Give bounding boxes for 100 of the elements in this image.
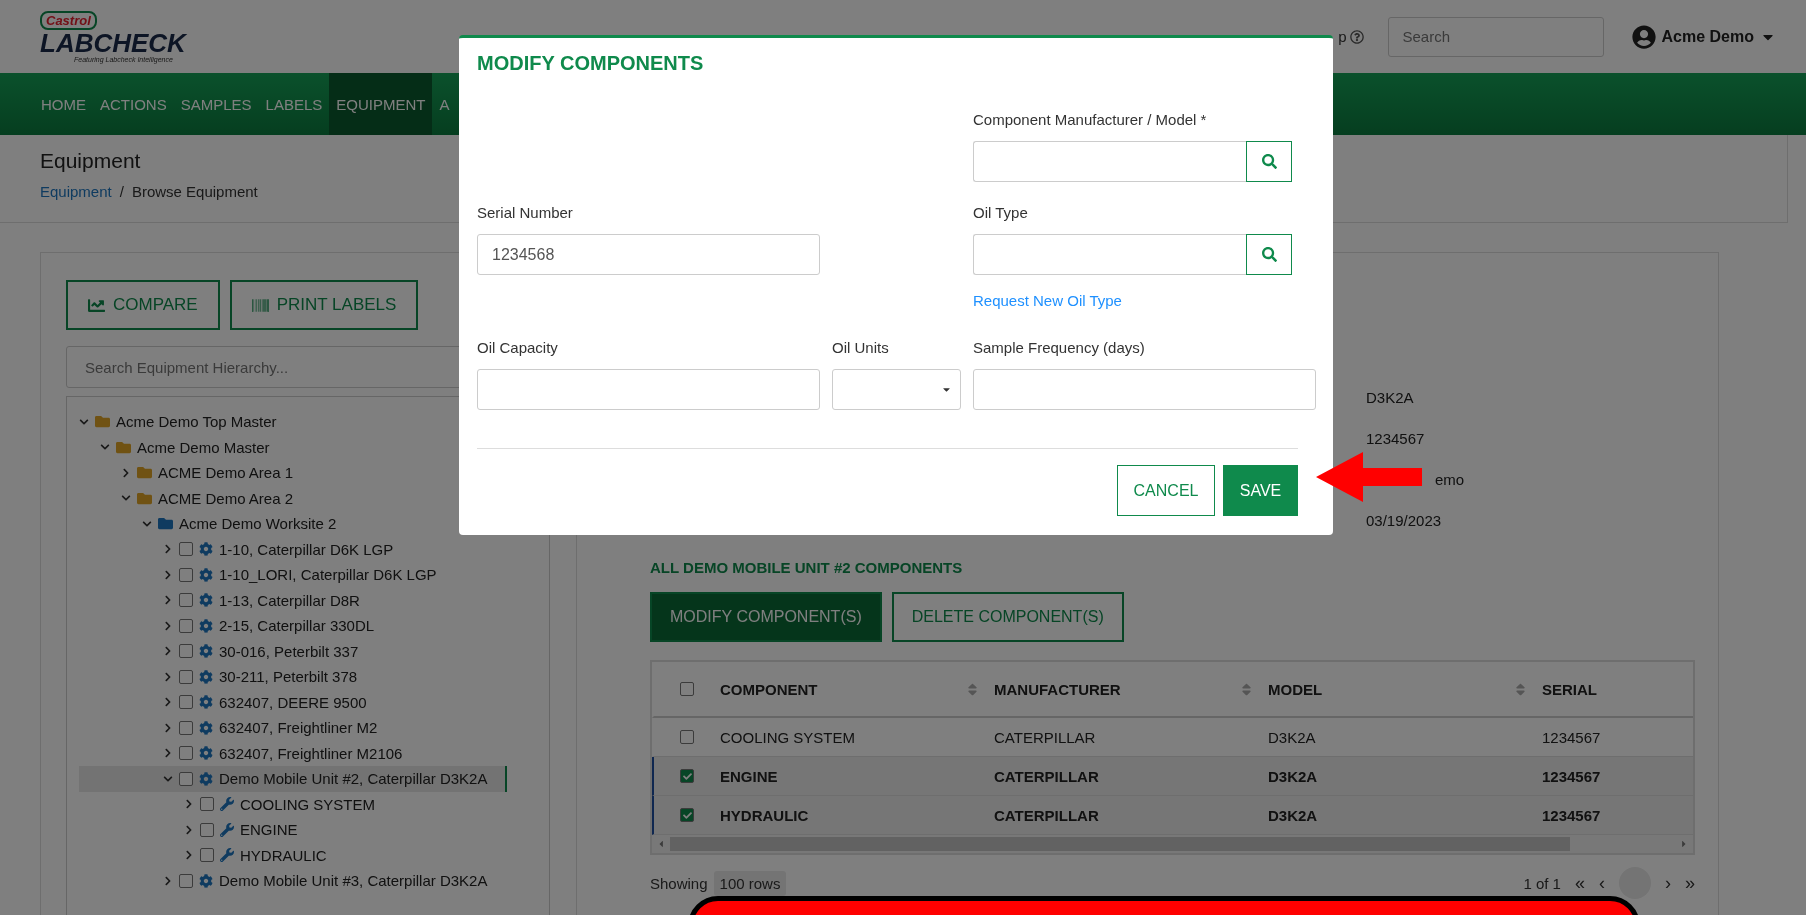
tree-item[interactable]: COOLING SYSTEM (79, 791, 507, 817)
nav-tab[interactable]: SAMPLES (173, 73, 259, 135)
search-button[interactable] (1246, 234, 1292, 275)
checkbox[interactable] (200, 822, 214, 837)
chevron-right-icon[interactable] (163, 722, 173, 733)
checkbox[interactable] (179, 695, 193, 710)
nav-tab[interactable]: A (432, 73, 457, 135)
previous-page-button[interactable]: ‹ (1599, 872, 1605, 894)
tree-item[interactable]: 632407, DEERE 9500 (79, 689, 507, 715)
tree-item[interactable]: Demo Mobile Unit #2, Caterpillar D3K2A (79, 766, 507, 792)
chevron-right-icon[interactable] (163, 748, 173, 759)
chevron-right-icon[interactable] (163, 620, 173, 631)
tree-item[interactable]: 1-13, Caterpillar D8R (79, 587, 507, 613)
column-header[interactable]: SERIAL (1542, 680, 1597, 698)
units-select[interactable] (832, 369, 961, 410)
chevron-right-icon[interactable] (163, 544, 173, 555)
checkbox[interactable] (179, 593, 193, 608)
column-header[interactable]: MODEL (1268, 680, 1323, 698)
chevron-right-icon[interactable] (184, 799, 194, 810)
chevron-down-icon[interactable] (79, 416, 89, 427)
chevron-right-icon[interactable] (163, 875, 173, 886)
checkbox[interactable] (179, 618, 193, 633)
checkbox[interactable] (179, 669, 193, 684)
search-button[interactable] (1246, 141, 1292, 182)
chevron-down-icon[interactable] (142, 518, 152, 529)
chevron-down-icon[interactable] (163, 773, 173, 784)
chevron-right-icon[interactable] (121, 467, 131, 478)
help-icon[interactable] (1349, 29, 1364, 44)
tree-item-label: ACME Demo Area 2 (158, 489, 294, 507)
checkbox[interactable] (179, 746, 193, 761)
nav-tab[interactable]: EQUIPMENT (329, 73, 433, 135)
checkbox[interactable] (179, 644, 193, 659)
chevron-right-icon[interactable] (163, 671, 173, 682)
chevron-right-icon[interactable] (184, 824, 194, 835)
tree-item[interactable]: Acme Demo Worksite 2 (79, 511, 507, 537)
nav-tab[interactable]: ACTIONS (93, 73, 174, 135)
input-field[interactable] (973, 141, 1246, 182)
tree-item[interactable]: Acme Demo Top Master (79, 409, 507, 435)
input-field[interactable] (973, 369, 1316, 410)
tree-item[interactable]: HYDRAULIC (79, 842, 507, 868)
first-page-button[interactable]: « (1574, 872, 1585, 894)
tree-item[interactable]: 1-10, Caterpillar D6K LGP (79, 536, 507, 562)
column-header[interactable]: COMPONENT (720, 680, 818, 698)
request-oil-type-link[interactable]: Request New Oil Type (973, 292, 1316, 309)
tree-item[interactable]: 2-15, Caterpillar 330DL (79, 613, 507, 639)
modify-button[interactable]: MODIFY COMPONENT(S) (650, 592, 882, 642)
chevron-right-icon[interactable] (163, 595, 173, 606)
search-field[interactable]: Search (1387, 16, 1604, 57)
checkbox[interactable] (179, 771, 193, 786)
next-page-button[interactable]: › (1665, 872, 1671, 894)
chevron-right-icon[interactable] (163, 569, 173, 580)
checkbox[interactable] (200, 848, 214, 863)
tree-item[interactable]: 30-211, Peterbilt 378 (79, 664, 507, 690)
tree-item[interactable]: ACME Demo Area 1 (79, 460, 507, 486)
row-checkbox[interactable] (680, 808, 694, 822)
checkbox[interactable] (179, 873, 193, 888)
delete-button[interactable]: DELETE COMPONENT(S) (891, 592, 1124, 642)
cancel-button[interactable]: CANCEL (1117, 465, 1215, 516)
checkbox[interactable] (179, 542, 193, 557)
sort-icon[interactable] (1239, 681, 1254, 697)
row-checkbox[interactable] (680, 730, 694, 744)
input-field[interactable]: 1234568 (477, 234, 820, 275)
tree-item[interactable]: Acme Demo Master (79, 434, 507, 460)
tree-item[interactable]: 30-016, Peterbilt 337 (79, 638, 507, 664)
sort-icon[interactable] (1513, 681, 1528, 697)
sort-icon[interactable] (965, 681, 980, 697)
tree-item[interactable]: 1-10_LORI, Caterpillar D6K LGP (79, 562, 507, 588)
tree-item[interactable]: ENGINE (79, 817, 507, 843)
save-button[interactable]: SAVE (1223, 465, 1298, 516)
chevron-right-icon[interactable] (163, 697, 173, 708)
print-labels-button[interactable]: PRINT LABELS (229, 280, 419, 330)
checkbox[interactable] (179, 567, 193, 582)
tree-item[interactable]: 632407, Freightliner M2 (79, 715, 507, 741)
help-link[interactable]: p (1338, 28, 1347, 45)
tree-item-label: COOLING SYSTEM (240, 795, 376, 813)
detail-value: 1234567 (1366, 430, 1425, 447)
select-all-checkbox[interactable] (680, 682, 694, 696)
input-field[interactable] (477, 369, 820, 410)
input-field[interactable] (973, 234, 1246, 275)
chevron-right-icon[interactable] (184, 850, 194, 861)
nav-tab[interactable]: HOME (34, 73, 93, 135)
last-page-button[interactable]: » (1685, 872, 1695, 894)
tree-item[interactable]: ACME Demo Area 2 (79, 485, 507, 511)
compare-button[interactable]: COMPARE (66, 280, 220, 330)
tree-item[interactable]: 632407, Freightliner M2106 (79, 740, 507, 766)
user-icon[interactable] (1631, 24, 1656, 49)
horizontal-scrollbar[interactable] (652, 835, 1693, 853)
checkbox[interactable] (179, 720, 193, 735)
row-checkbox[interactable] (680, 769, 694, 783)
tree-item-label: 2-15, Caterpillar 330DL (219, 617, 375, 635)
column-header[interactable]: MANUFACTURER (994, 680, 1121, 698)
table-cell: 1234567 (1542, 728, 1601, 746)
checkbox[interactable] (200, 797, 214, 812)
nav-tab[interactable]: LABELS (258, 73, 330, 135)
chevron-right-icon[interactable] (163, 646, 173, 657)
breadcrumb-link[interactable]: Equipment (40, 183, 112, 200)
user-menu[interactable]: Acme Demo (1631, 24, 1776, 49)
page-size-select[interactable]: 100 rows (713, 870, 787, 896)
tree-item[interactable]: Demo Mobile Unit #3, Caterpillar D3K2A (79, 868, 507, 894)
tree-item-label: 632407, Freightliner M2 (219, 719, 378, 737)
